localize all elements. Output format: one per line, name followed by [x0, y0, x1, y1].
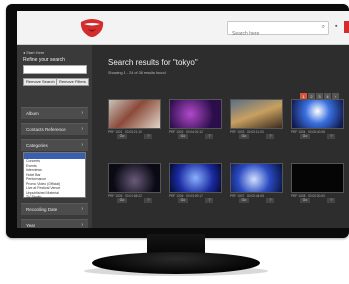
menu-badge[interactable]: [344, 21, 349, 33]
go-button[interactable]: Go: [177, 134, 189, 139]
section-contacts-reference[interactable]: Contacts Reference ›: [21, 123, 88, 135]
go-button[interactable]: Go: [116, 198, 128, 203]
chevron-right-icon: ›: [81, 222, 83, 228]
clip-actions: Go?: [169, 198, 222, 203]
result-thumbnail[interactable]: PRF 1001 00:03:21:10 Go?: [108, 99, 161, 140]
chevron-right-icon: ›: [81, 110, 83, 116]
clip-duration: 00:03:21:10: [125, 130, 142, 134]
sidebar: ◂ Start Here Refine your search Remove S…: [17, 45, 92, 228]
search-icon[interactable]: ⌕: [322, 24, 325, 31]
results-heading: Search results for "tokyo": [108, 58, 198, 67]
remove-search-button[interactable]: Remove Search: [23, 78, 58, 86]
result-thumbnail[interactable]: PRF 1008 00:00:00:00 Go?: [291, 163, 344, 204]
section-album[interactable]: Album ›: [21, 107, 88, 119]
section-label: Album: [26, 111, 39, 116]
refine-title: Refine your search: [23, 57, 65, 63]
top-bar: ⌕ ▪: [17, 11, 349, 45]
clip-duration: 00:00:00:00: [308, 194, 325, 198]
chevron-right-icon: ›: [81, 142, 83, 148]
info-button[interactable]: ?: [144, 198, 153, 203]
categories-dropdown[interactable]: Concerts Events Interviews Hotel Bar Perform…: [23, 152, 86, 200]
section-label: Categories: [26, 143, 48, 148]
go-button[interactable]: Go: [238, 198, 250, 203]
clip-actions: Go?: [169, 134, 222, 139]
info-button[interactable]: ?: [205, 134, 214, 139]
chevron-right-icon: ›: [81, 126, 83, 132]
video-still[interactable]: [230, 99, 283, 129]
clip-actions: Go?: [291, 198, 344, 203]
clip-duration: 00:03:09:17: [186, 194, 203, 198]
chevron-right-icon: ›: [81, 206, 83, 212]
section-label: Year: [26, 223, 36, 228]
result-thumbnail[interactable]: PRF 1004 00:05:40:08 Go?: [291, 99, 344, 140]
clip-duration: 00:02:44:05: [247, 194, 264, 198]
monitor-frame: ⌕ ▪ ◂ Start Here Refine your search Remo…: [6, 4, 349, 238]
global-search-input[interactable]: [228, 28, 312, 40]
section-categories[interactable]: Categories ›: [21, 139, 88, 151]
clip-duration: 00:01:58:22: [125, 194, 142, 198]
user-icon[interactable]: ▪: [335, 23, 337, 30]
clip-actions: Go?: [108, 198, 161, 203]
info-button[interactable]: ?: [144, 134, 153, 139]
back-link[interactable]: ◂ Start Here: [23, 50, 44, 55]
refine-search-input[interactable]: [23, 65, 87, 74]
clip-duration: 00:04:02:12: [186, 130, 203, 134]
go-button[interactable]: Go: [238, 134, 250, 139]
section-recording-date[interactable]: Recording Date ›: [21, 203, 88, 215]
result-thumbnail[interactable]: PRF 1002 00:04:02:12 Go?: [169, 99, 222, 140]
dropdown-option[interactable]: TV Studio: [24, 195, 85, 200]
result-thumbnail[interactable]: PRF 1005 00:01:58:22 Go?: [108, 163, 161, 204]
section-label: Contacts Reference: [26, 127, 66, 132]
result-thumbnail[interactable]: PRF 1003 00:02:11:03 Go?: [230, 99, 283, 140]
info-button[interactable]: ?: [266, 198, 275, 203]
tongue-logo-icon[interactable]: [79, 18, 105, 39]
remove-filters-button[interactable]: Remove Filters: [56, 78, 89, 86]
info-button[interactable]: ?: [327, 198, 336, 203]
go-button[interactable]: Go: [299, 198, 311, 203]
clip-actions: Go?: [291, 134, 344, 139]
result-thumbnail[interactable]: PRF 1006 00:03:09:17 Go?: [169, 163, 222, 204]
video-still[interactable]: [291, 163, 344, 193]
clip-actions: Go?: [230, 198, 283, 203]
monitor-stand-base: [92, 252, 260, 274]
results-panel: Search results for "tokyo" Showing 1 - 2…: [92, 45, 349, 228]
video-still[interactable]: [230, 163, 283, 193]
video-still[interactable]: [291, 99, 344, 129]
section-label: Recording Date: [26, 207, 58, 212]
video-still[interactable]: [169, 163, 222, 193]
result-thumbnail[interactable]: PRF 1007 00:02:44:05 Go?: [230, 163, 283, 204]
pagination: 1 2 3 4 ›: [300, 85, 340, 100]
clip-duration: 00:05:40:08: [308, 130, 325, 134]
go-button[interactable]: Go: [116, 134, 128, 139]
clip-duration: 00:02:11:03: [247, 130, 264, 134]
results-count: Showing 1 - 24 of 38 results found: [108, 71, 166, 75]
video-still[interactable]: [108, 163, 161, 193]
section-year[interactable]: Year ›: [21, 219, 88, 228]
video-still[interactable]: [169, 99, 222, 129]
global-search[interactable]: ⌕: [227, 21, 329, 40]
screen: ⌕ ▪ ◂ Start Here Refine your search Remo…: [17, 11, 349, 228]
clip-actions: Go?: [230, 134, 283, 139]
clip-actions: Go?: [108, 134, 161, 139]
info-button[interactable]: ?: [266, 134, 275, 139]
info-button[interactable]: ?: [327, 134, 336, 139]
go-button[interactable]: Go: [299, 134, 311, 139]
info-button[interactable]: ?: [205, 198, 214, 203]
go-button[interactable]: Go: [177, 198, 189, 203]
video-still[interactable]: [108, 99, 161, 129]
